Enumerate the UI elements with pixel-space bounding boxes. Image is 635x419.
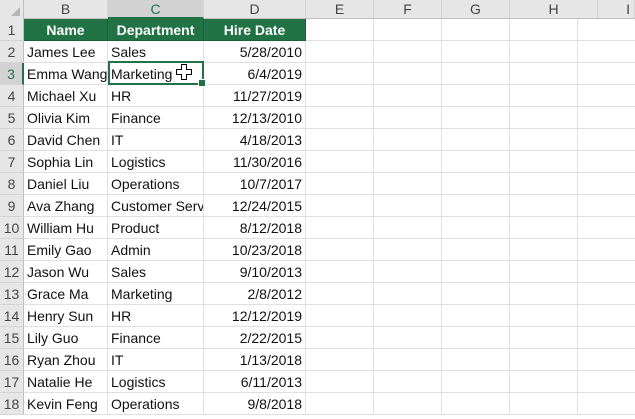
cell-name[interactable]: Jason Wu	[24, 261, 108, 283]
cell-hire-date[interactable]: 6/4/2019	[204, 63, 306, 85]
cell-department[interactable]: Customer Serv	[108, 195, 204, 217]
cell-department[interactable]: HR	[108, 85, 204, 107]
cell-hire-date[interactable]: 12/12/2019	[204, 305, 306, 327]
row-header-6[interactable]: 6	[0, 129, 24, 151]
column-header-c[interactable]: C	[108, 0, 204, 19]
row-header-17[interactable]: 17	[0, 371, 24, 393]
header-cell-name[interactable]: Name	[24, 19, 108, 41]
cell-name[interactable]: Daniel Liu	[24, 173, 108, 195]
row-header-16[interactable]: 16	[0, 349, 24, 371]
cell-hire-date[interactable]: 9/10/2013	[204, 261, 306, 283]
column-header-b[interactable]: B	[24, 0, 108, 18]
row-header-10[interactable]: 10	[0, 217, 24, 239]
cell-hire-date[interactable]: 1/13/2018	[204, 349, 306, 371]
cell-name[interactable]: Henry Sun	[24, 305, 108, 327]
column-header-f[interactable]: F	[374, 0, 442, 18]
row-header-14[interactable]: 14	[0, 305, 24, 327]
column-header-bar: B C D E F G H I	[0, 0, 635, 19]
header-cell-department[interactable]: Department	[108, 19, 204, 41]
row-header-1[interactable]: 1	[0, 19, 24, 41]
spreadsheet-grid[interactable]: B C D E F G H I 1 2 3 4 5 6 7 8 9 10 11 …	[0, 0, 635, 419]
row-header-5[interactable]: 5	[0, 107, 24, 129]
cell-department[interactable]: IT	[108, 129, 204, 151]
cell-department[interactable]: IT	[108, 349, 204, 371]
row-header-15[interactable]: 15	[0, 327, 24, 349]
cell-name[interactable]: Lily Guo	[24, 327, 108, 349]
cell-hire-date[interactable]: 2/8/2012	[204, 283, 306, 305]
row-header-2[interactable]: 2	[0, 41, 24, 63]
cell-name[interactable]: William Hu	[24, 217, 108, 239]
column-header-e[interactable]: E	[306, 0, 374, 18]
cell-name[interactable]: Natalie He	[24, 371, 108, 393]
select-all-corner[interactable]	[0, 0, 24, 19]
white-cross-cursor-icon	[176, 64, 192, 80]
column-header-d[interactable]: D	[204, 0, 306, 18]
row-header-13[interactable]: 13	[0, 283, 24, 305]
cell-name[interactable]: Emily Gao	[24, 239, 108, 261]
cell-department[interactable]: Finance	[108, 107, 204, 129]
cell-department[interactable]: Sales	[108, 261, 204, 283]
cell-name[interactable]: Sophia Lin	[24, 151, 108, 173]
cell-hire-date[interactable]: 6/11/2013	[204, 371, 306, 393]
cell-hire-date[interactable]: 11/30/2016	[204, 151, 306, 173]
row-header-18[interactable]: 18	[0, 393, 24, 415]
cell-name[interactable]: Emma Wang	[24, 63, 108, 85]
cell-name[interactable]: David Chen	[24, 129, 108, 151]
cell-department[interactable]: Sales	[108, 41, 204, 63]
cell-hire-date[interactable]: 10/23/2018	[204, 239, 306, 261]
cell-department[interactable]: Admin	[108, 239, 204, 261]
row-header-3[interactable]: 3	[0, 63, 24, 85]
cell-hire-date[interactable]: 12/13/2010	[204, 107, 306, 129]
cell-department[interactable]: Finance	[108, 327, 204, 349]
cell-name[interactable]: Ryan Zhou	[24, 349, 108, 371]
cell-department[interactable]: Marketing	[108, 283, 204, 305]
cell-department[interactable]: Operations	[108, 393, 204, 415]
cell-hire-date[interactable]: 2/22/2015	[204, 327, 306, 349]
cell-name[interactable]: Grace Ma	[24, 283, 108, 305]
cell-name[interactable]: Ava Zhang	[24, 195, 108, 217]
row-header-9[interactable]: 9	[0, 195, 24, 217]
row-header-4[interactable]: 4	[0, 85, 24, 107]
cell-department[interactable]: Operations	[108, 173, 204, 195]
cell-department[interactable]: Logistics	[108, 371, 204, 393]
cell-name[interactable]: James Lee	[24, 41, 108, 63]
column-header-g[interactable]: G	[442, 0, 510, 18]
cell-name[interactable]: Kevin Feng	[24, 393, 108, 415]
column-header-i[interactable]: I	[598, 0, 635, 18]
cell-hire-date[interactable]: 9/8/2018	[204, 393, 306, 415]
cell-hire-date[interactable]: 8/12/2018	[204, 217, 306, 239]
cell-name[interactable]: Michael Xu	[24, 85, 108, 107]
column-header-h[interactable]: H	[510, 0, 598, 18]
cell-hire-date[interactable]: 10/7/2017	[204, 173, 306, 195]
cell-department[interactable]: HR	[108, 305, 204, 327]
row-header-11[interactable]: 11	[0, 239, 24, 261]
cell-hire-date[interactable]: 4/18/2013	[204, 129, 306, 151]
empty-cells[interactable]	[306, 19, 635, 415]
row-header-12[interactable]: 12	[0, 261, 24, 283]
cell-hire-date[interactable]: 5/28/2010	[204, 41, 306, 63]
header-cell-hire-date[interactable]: Hire Date	[204, 19, 306, 41]
select-all-triangle-icon	[11, 7, 20, 16]
cell-department[interactable]: Logistics	[108, 151, 204, 173]
cell-hire-date[interactable]: 12/24/2015	[204, 195, 306, 217]
cell-name[interactable]: Olivia Kim	[24, 107, 108, 129]
row-header-8[interactable]: 8	[0, 173, 24, 195]
cell-department[interactable]: Product	[108, 217, 204, 239]
row-header-7[interactable]: 7	[0, 151, 24, 173]
cell-hire-date[interactable]: 11/27/2019	[204, 85, 306, 107]
